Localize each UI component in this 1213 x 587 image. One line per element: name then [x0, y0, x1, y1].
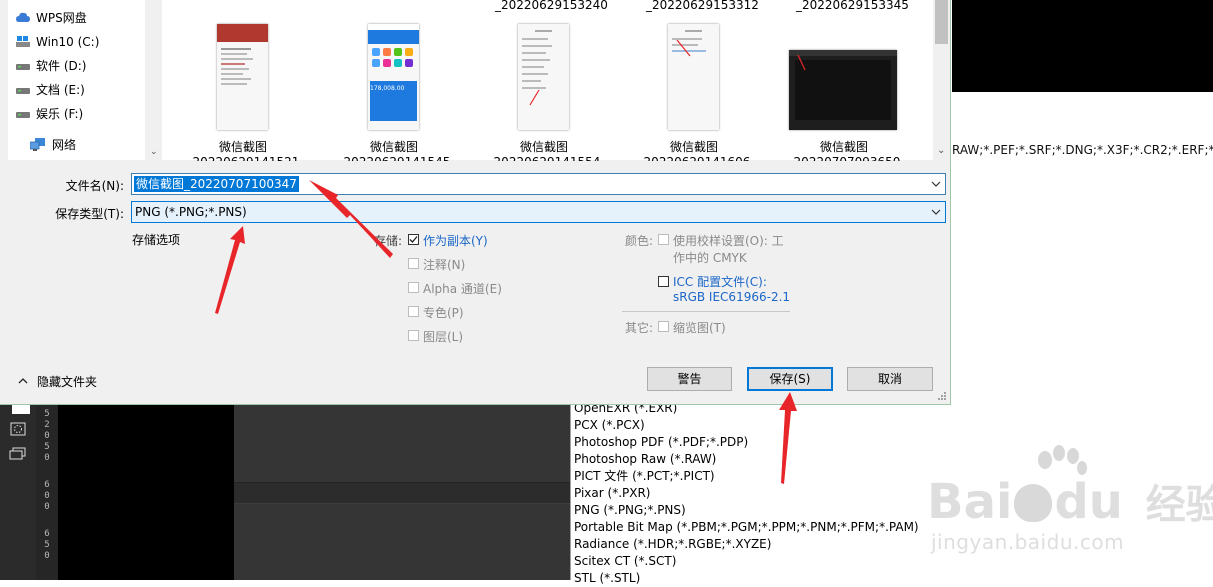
red-annotation-arrows	[215, 180, 797, 484]
